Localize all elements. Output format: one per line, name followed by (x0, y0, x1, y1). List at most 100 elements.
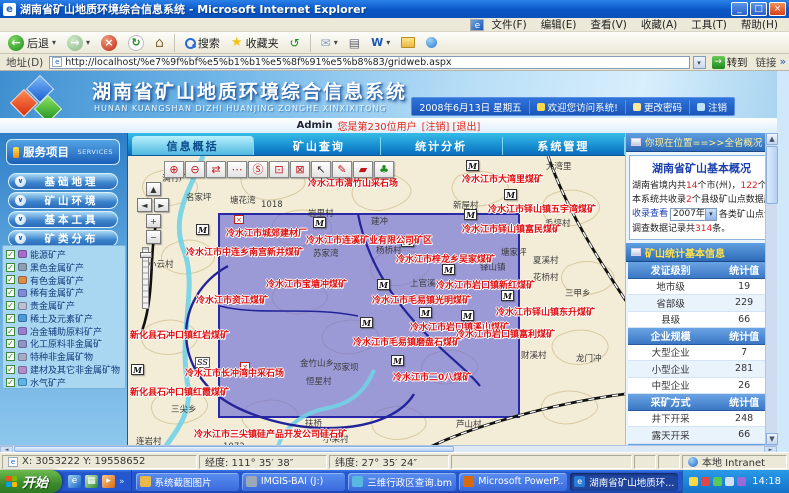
go-button[interactable]: → 转到 (709, 55, 751, 70)
home-button[interactable]: ⌂ (151, 34, 168, 52)
tray-icon-1[interactable] (689, 477, 698, 486)
checkbox-checked-icon[interactable]: ✓ (6, 263, 15, 272)
mine-label[interactable]: 新化县石冲口镇红霞煤矿 (130, 385, 229, 398)
layer-item[interactable]: ✓冶金辅助原料矿产 (6, 325, 125, 338)
edit-button[interactable]: W▾ (367, 35, 394, 50)
menu-item[interactable]: 工具(T) (684, 17, 734, 32)
mine-marker[interactable]: M (360, 317, 373, 328)
logout-link[interactable]: 注销 (689, 100, 734, 114)
address-input[interactable]: e http://localhost/%e7%9f%bf%e5%b1%b1%e5… (49, 56, 689, 69)
tab-item[interactable]: 统计分析 (381, 137, 503, 155)
forward-button[interactable]: →▾ (63, 34, 94, 52)
mine-label[interactable]: 冷水江市长冲湾中采石场 (185, 366, 284, 379)
favorites-button[interactable]: ★ 收藏夹 (227, 34, 283, 52)
mine-marker[interactable]: × (234, 215, 244, 224)
sidebar-menu-item[interactable]: ∨基础地理 (8, 173, 118, 190)
mine-marker[interactable]: M (131, 364, 144, 375)
forward-dropdown-icon[interactable]: ▾ (86, 38, 90, 47)
edit-dropdown-icon[interactable]: ▾ (386, 38, 390, 47)
map-tool-button[interactable]: ⇄ (206, 161, 226, 178)
layer-item[interactable]: ✓黑色金属矿产 (6, 261, 125, 274)
mine-label[interactable]: 冷水江市岩口镇新红煤矿 (436, 278, 535, 291)
tray-icon-5[interactable] (737, 477, 746, 486)
horizontal-scrollbar[interactable]: ◄ ► (0, 445, 777, 452)
mine-label[interactable]: 冷水江市中连乡南宫新井煤矿 (186, 245, 303, 258)
taskbar-task[interactable]: Microsoft PowerP... (459, 473, 567, 491)
mine-marker[interactable]: M (442, 264, 455, 275)
layer-item[interactable]: ✓建材及其它非金属矿物 (6, 363, 125, 376)
map-tool-button[interactable]: ✎ (332, 161, 352, 178)
tab-item[interactable]: 矿山查询 (258, 137, 380, 155)
checkbox-checked-icon[interactable]: ✓ (6, 339, 15, 348)
stop-button[interactable]: × (97, 34, 121, 52)
tab-active[interactable]: 信息概括 (132, 136, 254, 155)
desktop-icon[interactable]: ▦ (85, 475, 98, 488)
chevron-down-icon[interactable]: ▾ (705, 209, 716, 220)
address-dropdown-icon[interactable]: ▾ (693, 56, 706, 69)
mine-label[interactable]: 冷水江市二0八煤矿 (393, 370, 471, 383)
mine-label[interactable]: 冷水江市大湾里煤矿 (462, 172, 543, 185)
zoom-out-button[interactable]: − (146, 230, 161, 244)
map-tool-button[interactable]: ⋯ (227, 161, 247, 178)
menu-item[interactable]: 编辑(E) (534, 17, 584, 32)
history-button[interactable]: ↺ (286, 35, 304, 51)
tray-icon-2[interactable] (701, 477, 710, 486)
mail-dropdown-icon[interactable]: ▾ (334, 38, 338, 47)
close-button[interactable]: × (769, 2, 786, 16)
map-tool-button[interactable]: ⊖ (185, 161, 205, 178)
scroll-down-button[interactable]: ▼ (766, 433, 778, 445)
change-password-link[interactable]: 更改密码 (625, 100, 689, 114)
taskbar-task[interactable]: 三维行政区查询.bmp (348, 473, 456, 491)
mine-marker[interactable]: M (466, 160, 479, 171)
mine-label[interactable]: 冷水江市铎山镇东升煤矿 (496, 305, 595, 318)
menu-item[interactable]: 查看(V) (584, 17, 634, 32)
map-tool-button[interactable]: Ⓢ (248, 161, 268, 178)
map-canvas[interactable]: 满竹厂名家坪塘花湾1018岩里村建冲大湾里新屋村毛坪村塘家坪夏溪村铎山镇花桥村三… (128, 155, 625, 445)
mine-marker[interactable]: M (419, 307, 432, 318)
checkbox-checked-icon[interactable]: ✓ (6, 365, 15, 374)
mine-label[interactable]: 冷水江市梓龙乡吴家煤矿 (396, 252, 495, 265)
zoom-slider[interactable] (142, 247, 149, 309)
refresh-button[interactable]: ↻ (124, 34, 148, 52)
tray-icon-3[interactable] (713, 477, 722, 486)
checkbox-checked-icon[interactable]: ✓ (6, 378, 15, 387)
vertical-scrollbar[interactable]: ▲ ▼ (765, 133, 777, 445)
checkbox-checked-icon[interactable]: ✓ (6, 275, 15, 284)
mine-marker[interactable]: M (464, 209, 477, 220)
media-player-icon[interactable]: ▸ (102, 475, 115, 488)
layer-item[interactable]: ✓水气矿产 (6, 376, 125, 389)
links-button[interactable]: 链接 » (756, 55, 786, 70)
pan-left-button[interactable]: ◄ (137, 198, 152, 212)
map-tool-button[interactable]: ⊠ (290, 161, 310, 178)
menu-item[interactable]: 帮助(H) (734, 17, 785, 32)
checkbox-checked-icon[interactable]: ✓ (6, 250, 15, 259)
checkbox-checked-icon[interactable]: ✓ (6, 288, 15, 297)
tab-item[interactable]: 系统管理 (503, 137, 625, 155)
mine-marker[interactable]: M (391, 355, 404, 366)
sidebar-menu-item[interactable]: ∨基本工具 (8, 211, 118, 228)
layer-item[interactable]: ✓贵金属矿产 (6, 299, 125, 312)
taskbar-task[interactable]: IMGIS-BAI (J:) (242, 473, 345, 491)
messenger-button[interactable] (422, 36, 441, 49)
back-dropdown-icon[interactable]: ▾ (52, 38, 56, 47)
checkbox-checked-icon[interactable]: ✓ (6, 301, 15, 310)
map-tool-button[interactable]: ↖ (311, 161, 331, 178)
layer-item[interactable]: ✓特种非金属矿物 (6, 350, 125, 363)
mine-marker[interactable]: M (377, 279, 390, 290)
mine-label[interactable]: 冷水江市毛易镇光明煤矿 (372, 293, 471, 306)
start-button[interactable]: 开始 (0, 470, 62, 493)
mine-label[interactable]: 冷水江市铎山镇富民煤矿 (462, 222, 561, 235)
mine-marker[interactable]: M (196, 224, 209, 235)
session-links[interactable]: [注销] [退出] (422, 118, 481, 133)
search-button[interactable]: 搜索 (181, 34, 224, 52)
pan-right-button[interactable]: ► (154, 198, 169, 212)
scroll-up-button[interactable]: ▲ (766, 133, 778, 145)
layer-item[interactable]: ✓有色金属矿产 (6, 274, 125, 287)
year-select[interactable]: 2007年 ▾ (670, 208, 717, 221)
checkbox-checked-icon[interactable]: ✓ (6, 327, 15, 336)
mine-marker[interactable]: M (313, 217, 326, 228)
mine-label[interactable]: 冷水江市三尖镇硅产品开发公司硅石矿 (194, 427, 347, 440)
quicklaunch-chevron-icon[interactable]: » (119, 477, 125, 487)
zoom-in-button[interactable]: + (146, 214, 161, 228)
mine-label[interactable]: 冷水江市毛易镇磨盘石煤矿 (353, 335, 461, 348)
